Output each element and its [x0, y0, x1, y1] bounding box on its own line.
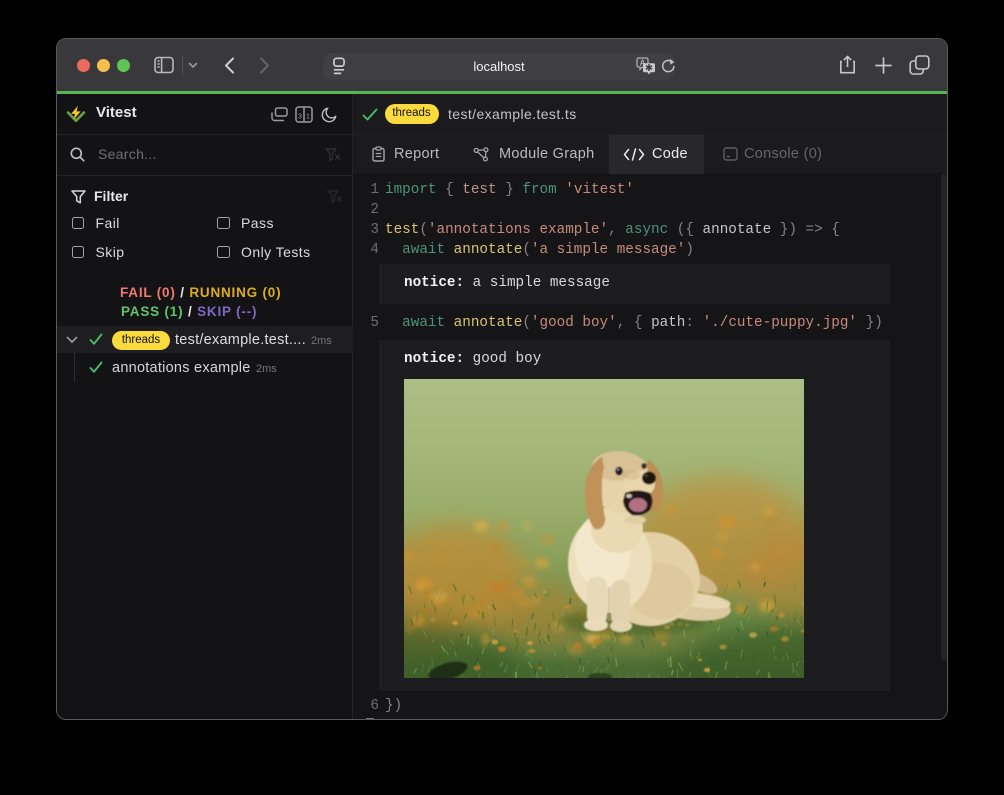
svg-text:1: 1: [306, 112, 310, 121]
svg-text:✱: ✱: [645, 63, 653, 74]
svg-text:3: 3: [298, 112, 302, 121]
